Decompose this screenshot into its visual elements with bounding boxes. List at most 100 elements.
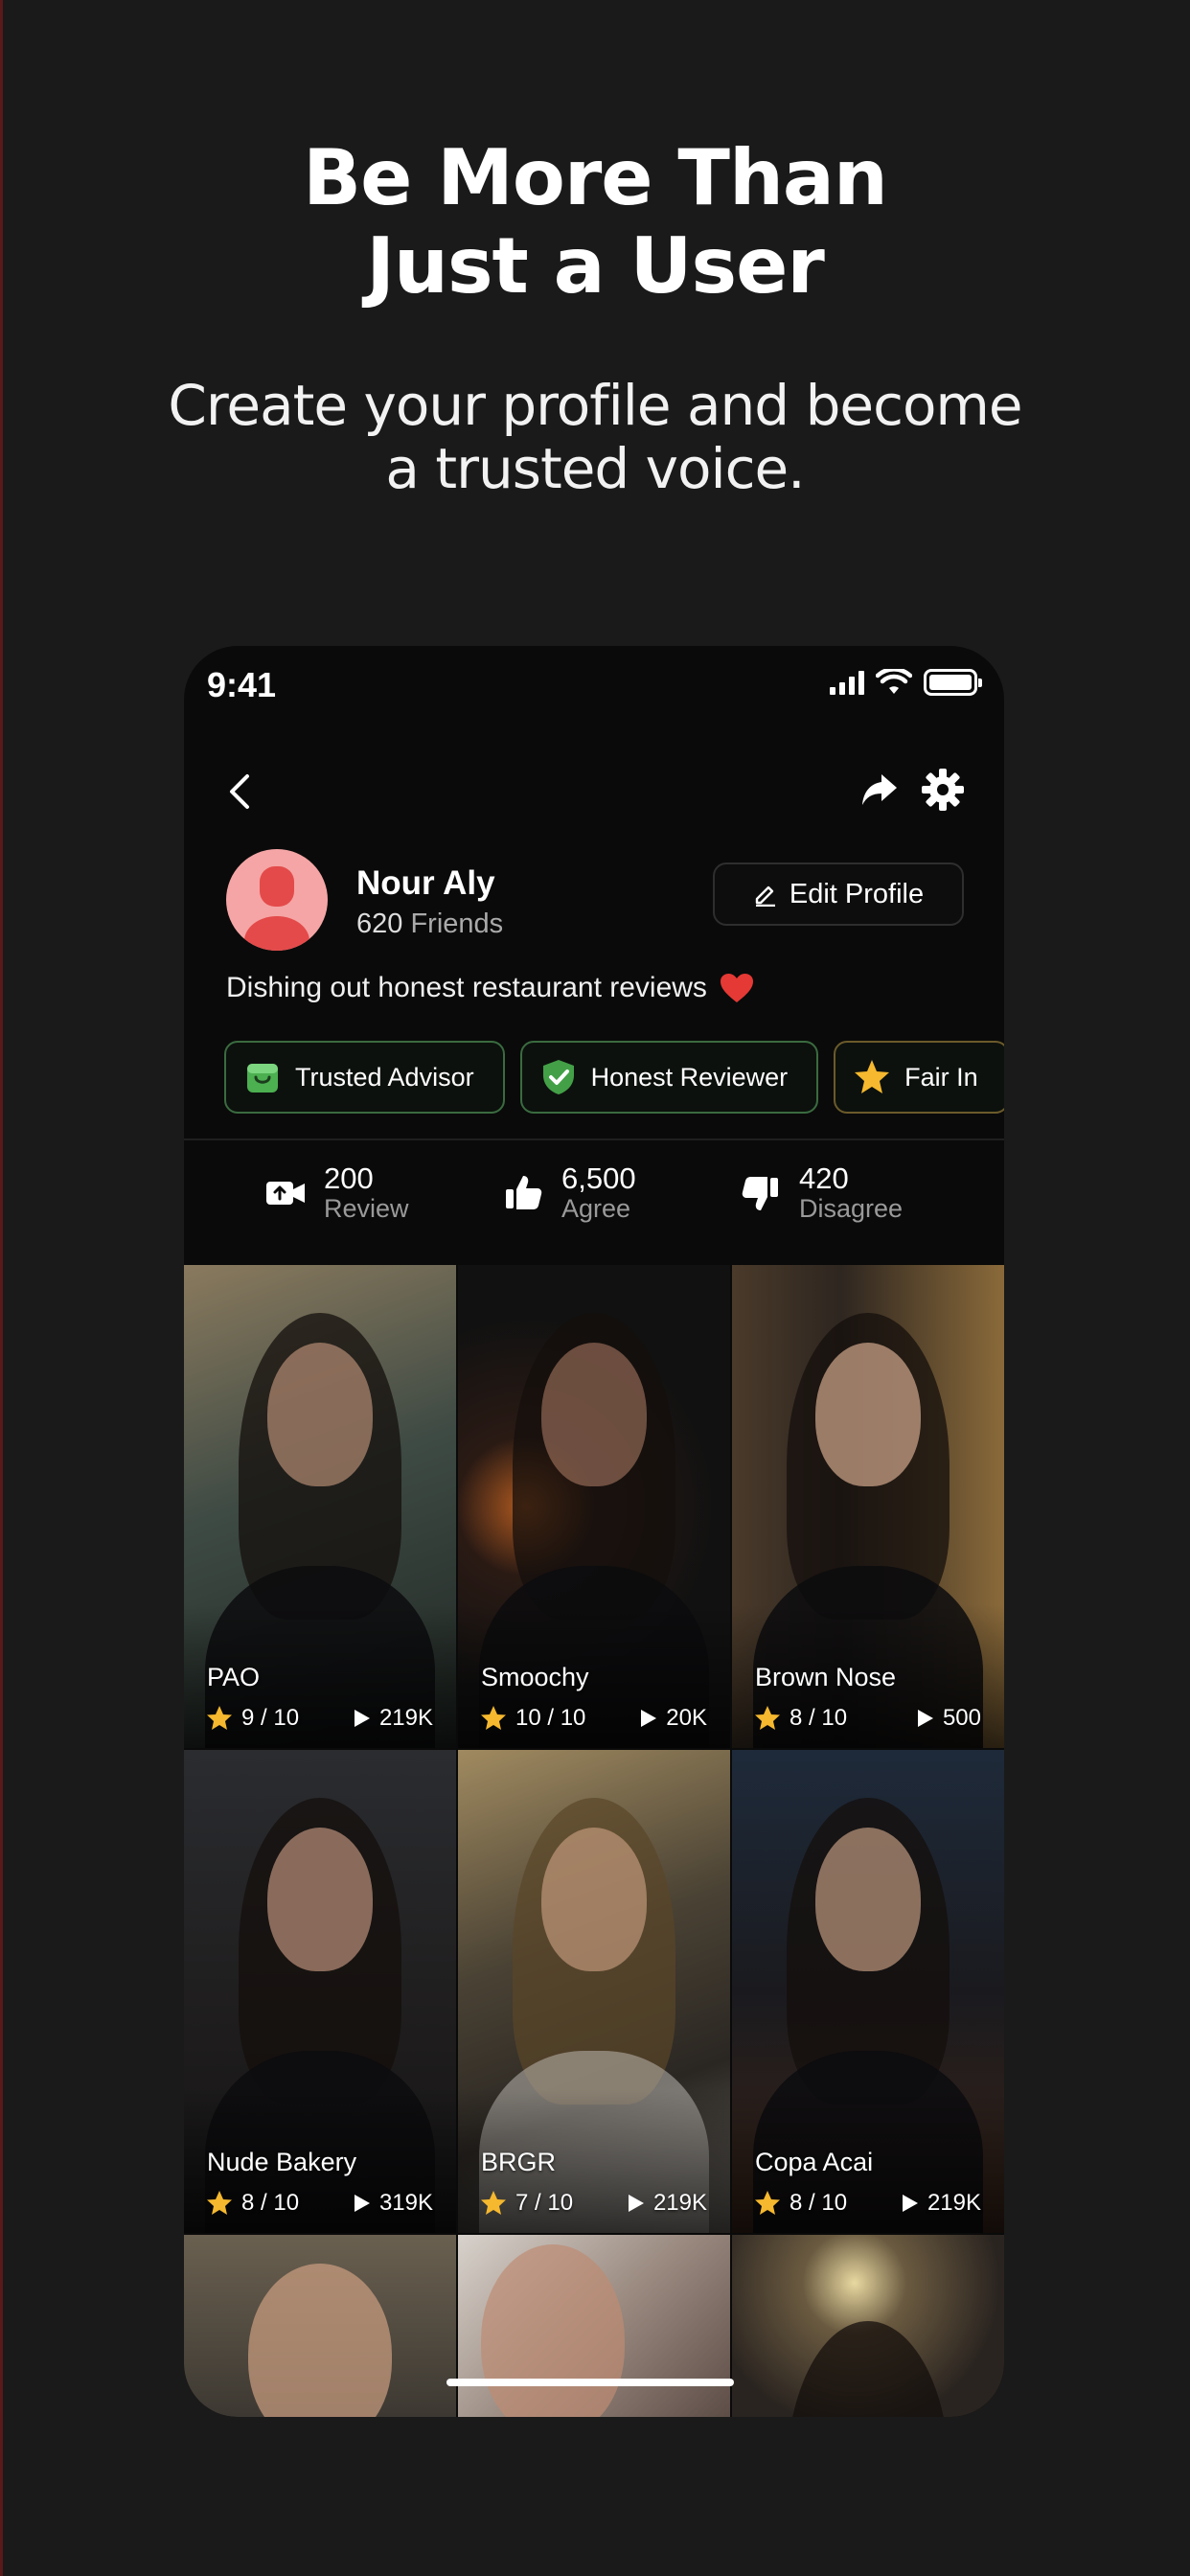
- review-meta: 8 / 10 319K: [205, 2189, 433, 2218]
- star-icon: [481, 1706, 506, 1730]
- review-rating: 8 / 10: [241, 2190, 300, 2216]
- headline-line-1: Be More Than: [303, 133, 888, 222]
- star-icon: [855, 1060, 890, 1093]
- review-meta: 10 / 10 20K: [479, 1704, 707, 1733]
- badge-row[interactable]: Trusted Advisor Honest Reviewer Fair In: [224, 1041, 1004, 1114]
- headline-line-2: Just a User: [366, 221, 825, 310]
- review-tile[interactable]: Nude Bakery 8 / 10 319K: [184, 1750, 456, 2233]
- review-meta: 8 / 10 219K: [753, 2189, 981, 2218]
- thumbnail-person: [787, 2321, 950, 2417]
- stat-reviews[interactable]: 200 Review: [264, 1163, 409, 1223]
- review-tile[interactable]: Smoochy 10 / 10 20K: [458, 1265, 730, 1748]
- thumbnail-face: [541, 1342, 647, 1486]
- profile-header: Nour Aly 620 Friends Edit Profile: [184, 849, 1004, 964]
- red-heart-icon: [720, 974, 753, 1002]
- thumbs-down-icon: [742, 1177, 778, 1210]
- stat-value: 420: [799, 1162, 849, 1195]
- stat-label: Agree: [561, 1194, 631, 1223]
- review-title: Nude Bakery: [207, 2148, 357, 2176]
- review-tile-partial[interactable]: [184, 2235, 456, 2417]
- avatar[interactable]: [226, 849, 328, 951]
- badge-label: Fair In: [904, 1062, 978, 1092]
- play-icon: [354, 2195, 370, 2212]
- review-title: Smoochy: [481, 1663, 589, 1691]
- share-icon[interactable]: [858, 769, 901, 811]
- bio-text: Dishing out honest restaurant reviews: [226, 972, 707, 1003]
- review-title: Copa Acai: [755, 2148, 874, 2176]
- star-icon: [207, 1706, 232, 1730]
- review-rating: 8 / 10: [790, 1705, 848, 1731]
- review-meta: 7 / 10 219K: [479, 2189, 707, 2218]
- review-meta: 8 / 10 500: [753, 1704, 981, 1733]
- play-icon: [902, 2195, 918, 2212]
- play-icon: [917, 1710, 933, 1727]
- thumbnail-face: [541, 1827, 647, 1971]
- star-icon: [481, 2191, 506, 2215]
- stat-value: 200: [324, 1162, 374, 1195]
- review-views: 219K: [378, 1705, 433, 1731]
- subhead-line-2: a trusted voice.: [385, 436, 805, 501]
- stat-label: Disagree: [799, 1194, 904, 1223]
- review-tile-partial[interactable]: [458, 2235, 730, 2417]
- edit-profile-label: Edit Profile: [789, 878, 925, 909]
- thumbs-up-icon: [506, 1176, 542, 1209]
- badge-label: Honest Reviewer: [590, 1062, 789, 1092]
- play-icon: [354, 1710, 370, 1727]
- star-icon: [755, 2191, 780, 2215]
- person-silhouette-icon: [244, 866, 309, 951]
- review-tile[interactable]: Copa Acai 8 / 10 219K: [732, 1750, 1004, 2233]
- badge-trusted-advisor[interactable]: Trusted Advisor: [224, 1041, 505, 1114]
- star-icon: [207, 2191, 232, 2215]
- badge-fair[interactable]: Fair In: [834, 1041, 1004, 1114]
- wifi-icon: [876, 669, 912, 694]
- star-icon: [755, 1706, 780, 1730]
- profile-bio: Dishing out honest restaurant reviews: [226, 972, 755, 1004]
- top-nav: [184, 742, 1004, 838]
- back-chevron-icon[interactable]: [218, 769, 264, 815]
- review-views: 20K: [666, 1705, 707, 1731]
- review-tile[interactable]: BRGR 7 / 10 219K: [458, 1750, 730, 2233]
- edit-profile-button[interactable]: Edit Profile: [713, 862, 964, 926]
- stat-label: Review: [324, 1194, 409, 1223]
- play-icon: [641, 1710, 657, 1727]
- stat-agree[interactable]: 6,500 Agree: [502, 1163, 636, 1223]
- review-tile-partial[interactable]: [732, 2235, 1004, 2417]
- review-views: 219K: [927, 2190, 981, 2216]
- status-time: 9:41: [207, 665, 277, 704]
- reviews-grid: PAO 9 / 10 219K Smoochy 10 / 10 20K Brow…: [184, 1265, 1004, 2417]
- review-views: 500: [942, 1705, 981, 1731]
- review-rating: 10 / 10: [515, 1705, 586, 1731]
- phone-screen: 9:41 Nour Aly 620 Friends Edit Profile D…: [184, 646, 1004, 2417]
- stat-disagree[interactable]: 420 Disagree: [740, 1163, 903, 1223]
- status-icons: [830, 669, 982, 696]
- pencil-icon: [755, 886, 775, 907]
- badge-honest-reviewer[interactable]: Honest Reviewer: [519, 1041, 819, 1114]
- review-rating: 9 / 10: [241, 1705, 300, 1731]
- promo-headline: Be More Than Just a User: [0, 134, 1190, 310]
- review-rating: 7 / 10: [515, 2190, 574, 2216]
- review-title: Brown Nose: [755, 1663, 897, 1691]
- review-title: BRGR: [481, 2148, 557, 2176]
- shopping-bag-icon: [247, 1064, 278, 1092]
- review-tile[interactable]: Brown Nose 8 / 10 500: [732, 1265, 1004, 1748]
- badge-label: Trusted Advisor: [295, 1062, 474, 1092]
- section-divider: [184, 1138, 1004, 1140]
- review-rating: 8 / 10: [790, 2190, 848, 2216]
- friends-count[interactable]: 620 Friends: [356, 908, 503, 940]
- battery-icon: [924, 669, 982, 696]
- thumbnail-face: [248, 2264, 392, 2417]
- video-upload-icon: [266, 1182, 305, 1205]
- settings-gear-icon[interactable]: [920, 767, 966, 813]
- shield-check-icon: [542, 1060, 574, 1094]
- thumbnail-face: [267, 1342, 373, 1486]
- review-title: PAO: [207, 1663, 261, 1691]
- profile-name: Nour Aly: [356, 864, 495, 902]
- thumbnail-face: [481, 2244, 626, 2417]
- review-meta: 9 / 10 219K: [205, 1704, 433, 1733]
- review-tile[interactable]: PAO 9 / 10 219K: [184, 1265, 456, 1748]
- stats-row: 200 Review 6,500 Agree 420 Disagree: [184, 1163, 1004, 1240]
- thumbnail-face: [815, 1342, 921, 1486]
- play-icon: [628, 2195, 644, 2212]
- home-indicator[interactable]: [446, 2379, 734, 2386]
- status-bar: 9:41: [184, 646, 1004, 738]
